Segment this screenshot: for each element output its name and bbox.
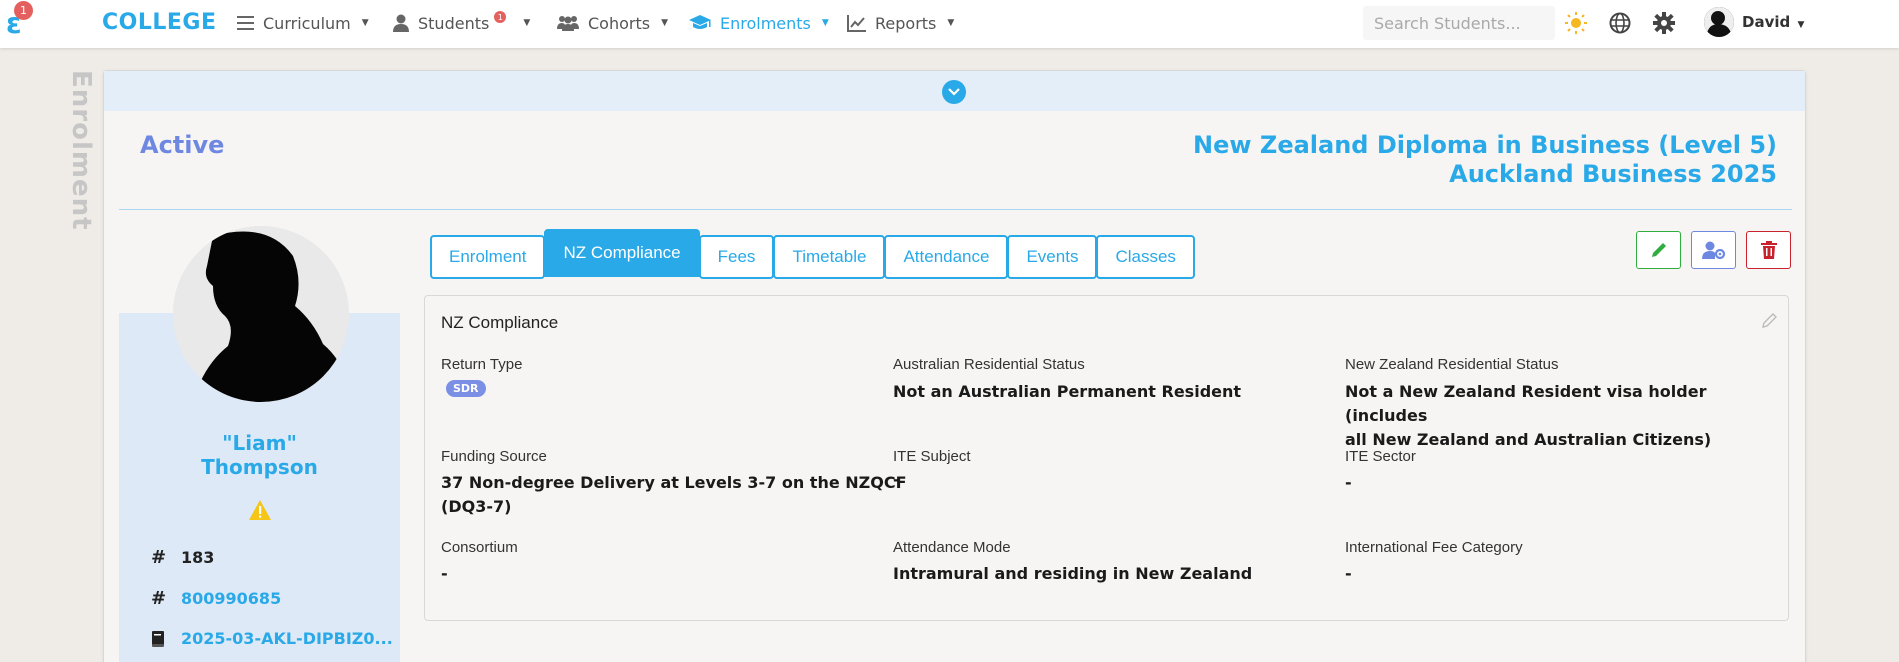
enrolment-code-value: 2025-03-AKL-DIPBIZ0... xyxy=(181,629,393,648)
chevron-down-icon: ▼ xyxy=(523,18,531,28)
international-fee-category-value: - xyxy=(1345,564,1352,583)
user-cog-icon xyxy=(1701,241,1725,259)
enrolment-code-row[interactable]: 2025-03-AKL-DIPBIZ0... xyxy=(151,629,393,648)
chevron-down-icon: ▼ xyxy=(361,18,369,28)
nz-compliance-panel: NZ Compliance Return Type SDR Australian… xyxy=(424,295,1789,621)
student-last-name: Thompson xyxy=(201,455,318,479)
globe-icon[interactable] xyxy=(1609,12,1631,34)
ite-sector-value: - xyxy=(1345,473,1352,492)
student-id-row: # 183 xyxy=(151,547,214,568)
student-photo[interactable] xyxy=(173,226,349,402)
delete-button[interactable] xyxy=(1746,231,1791,269)
return-type-badge: SDR xyxy=(446,380,486,397)
consortium-label: Consortium xyxy=(441,539,518,556)
nav-cohorts-label: Cohorts xyxy=(588,13,651,33)
user-icon xyxy=(393,14,409,32)
chevron-down-icon: ▼ xyxy=(1797,20,1805,30)
pencil-icon xyxy=(1651,243,1666,257)
nz-residential-status-value: Not a New Zealand Resident visa holder (… xyxy=(1345,380,1788,452)
student-number-value: 800990685 xyxy=(181,589,282,608)
hash-icon: # xyxy=(151,588,167,609)
nav-enrolments[interactable]: Enrolments ▼ xyxy=(689,12,829,34)
warning-icon[interactable] xyxy=(248,499,272,521)
nav-curriculum[interactable]: Curriculum ▼ xyxy=(237,12,369,34)
edit-pencil-icon[interactable] xyxy=(1762,312,1778,328)
chevron-down-icon: ▼ xyxy=(661,18,668,28)
nav-reports-label: Reports xyxy=(875,13,937,33)
tab-enrolment[interactable]: Enrolment xyxy=(430,235,546,279)
student-id-value: 183 xyxy=(181,548,215,567)
student-number-row[interactable]: # 800990685 xyxy=(151,588,281,609)
hash-icon: # xyxy=(151,547,167,568)
tab-timetable[interactable]: Timetable xyxy=(773,235,886,279)
nav-students-label: Students xyxy=(418,13,490,33)
avatar-silhouette-icon xyxy=(1704,7,1734,37)
chevron-down-icon xyxy=(948,88,960,96)
student-name[interactable]: "Liam" Thompson xyxy=(119,431,400,479)
aus-residential-status-label: Australian Residential Status xyxy=(893,356,1085,373)
tab-classes[interactable]: Classes xyxy=(1096,235,1195,279)
student-photo-silhouette xyxy=(173,226,349,402)
funding-source-line1: 37 Non-degree Delivery at Levels 3-7 on … xyxy=(441,473,907,492)
chevron-down-icon: ▼ xyxy=(821,18,829,28)
book-icon xyxy=(152,630,164,647)
panel-title: NZ Compliance xyxy=(441,313,559,332)
student-preferred-name: "Liam" xyxy=(222,431,297,455)
brand-name[interactable]: COLLEGE xyxy=(102,10,217,35)
international-fee-category-label: International Fee Category xyxy=(1345,539,1523,556)
funding-source-label: Funding Source xyxy=(441,448,547,465)
user-settings-button[interactable] xyxy=(1691,231,1736,269)
tab-bar: Enrolment NZ Compliance Fees Timetable A… xyxy=(430,229,1195,279)
sun-icon[interactable] xyxy=(1565,12,1587,34)
nav-students[interactable]: Students 1 ▼ xyxy=(393,11,531,34)
menu-icon xyxy=(237,16,254,30)
tab-attendance[interactable]: Attendance xyxy=(884,235,1009,279)
cohort-name: Auckland Business 2025 xyxy=(1449,160,1777,188)
course-name: New Zealand Diploma in Business (Level 5… xyxy=(1193,131,1777,159)
graduation-cap-icon xyxy=(689,15,711,29)
search-students-input[interactable] xyxy=(1363,6,1555,40)
ite-subject-label: ITE Subject xyxy=(893,448,971,465)
ite-subject-value: - xyxy=(893,470,900,489)
edit-button[interactable] xyxy=(1636,231,1681,269)
line-chart-icon xyxy=(847,14,866,32)
chevron-down-icon: ▼ xyxy=(947,18,955,28)
aus-residential-status-value: Not an Australian Permanent Resident xyxy=(893,382,1242,401)
funding-source-line2: (DQ3-7) xyxy=(441,497,512,516)
nz-residential-status-label: New Zealand Residential Status xyxy=(1345,356,1559,373)
nav-cohorts[interactable]: Cohorts ▼ xyxy=(557,12,668,34)
users-icon xyxy=(557,16,579,31)
nz-residential-status-line1: Not a New Zealand Resident visa holder (… xyxy=(1345,382,1707,425)
nav-reports[interactable]: Reports ▼ xyxy=(847,12,954,34)
user-menu[interactable]: David ▼ xyxy=(1742,13,1804,31)
notification-badge[interactable]: 1 xyxy=(14,1,33,20)
user-avatar[interactable] xyxy=(1704,7,1734,37)
collapse-button[interactable] xyxy=(942,80,966,104)
consortium-value: - xyxy=(441,564,448,583)
card-header xyxy=(104,71,1805,111)
nav-enrolments-label: Enrolments xyxy=(720,13,811,33)
attendance-mode-label: Attendance Mode xyxy=(893,539,1011,556)
students-badge: 1 xyxy=(494,11,507,23)
return-type-label: Return Type xyxy=(441,356,523,373)
tab-nz-compliance[interactable]: NZ Compliance xyxy=(544,229,700,277)
ite-sector-label: ITE Sector xyxy=(1345,448,1416,465)
app-logo[interactable]: ε 1 xyxy=(6,1,36,38)
gear-icon[interactable] xyxy=(1653,12,1675,34)
funding-source-value: 37 Non-degree Delivery at Levels 3-7 on … xyxy=(441,471,907,519)
top-navbar: ε 1 COLLEGE Curriculum ▼ Students 1 ▼ Co… xyxy=(0,0,1899,48)
tab-fees[interactable]: Fees xyxy=(698,235,775,279)
header-divider xyxy=(119,209,1792,210)
trash-icon xyxy=(1760,241,1777,259)
side-section-label: Enrolment xyxy=(66,70,96,231)
attendance-mode-value: Intramural and residing in New Zealand xyxy=(893,564,1253,583)
nav-curriculum-label: Curriculum xyxy=(263,13,351,33)
tab-events[interactable]: Events xyxy=(1007,235,1098,279)
user-name-label: David xyxy=(1742,13,1791,31)
course-title[interactable]: New Zealand Diploma in Business (Level 5… xyxy=(1193,131,1777,189)
enrolment-status: Active xyxy=(140,131,225,159)
